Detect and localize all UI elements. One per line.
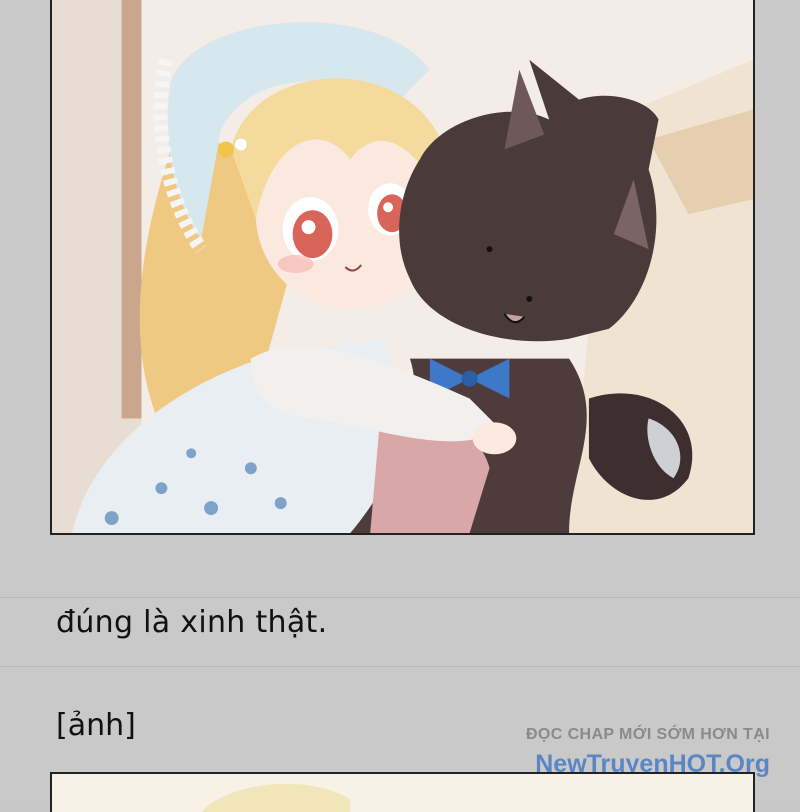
next-panel-illustration <box>52 774 753 812</box>
separator-line <box>0 666 800 667</box>
watermark-tagline: ĐỌC CHAP MỚI SỚM HƠN TẠI <box>525 726 770 743</box>
separator-line <box>0 597 800 598</box>
comic-panel-image <box>50 0 755 535</box>
reader-page: đúng là xinh thật. [ảnh] ĐỌC CHAP MỚI SỚ… <box>0 0 800 812</box>
girl-hugging-plush-illustration <box>52 0 753 533</box>
caption-text: đúng là xinh thật. <box>56 605 328 640</box>
next-comic-panel-image <box>50 772 755 812</box>
image-placeholder-label: [ảnh] <box>56 708 136 743</box>
